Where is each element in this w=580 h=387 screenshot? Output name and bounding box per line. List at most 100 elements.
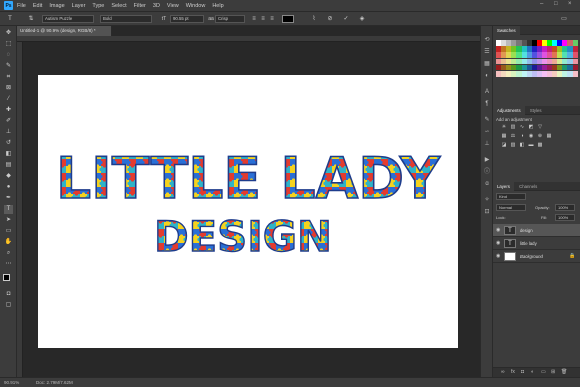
- type-tool-icon[interactable]: T: [6, 15, 14, 23]
- brush-tool-icon[interactable]: ✐: [4, 117, 13, 126]
- hand-tool-icon[interactable]: ✋: [4, 238, 13, 247]
- black-white-icon[interactable]: ◑: [519, 133, 525, 139]
- paragraph-icon[interactable]: ¶: [483, 100, 491, 108]
- invert-icon[interactable]: ◪: [501, 142, 507, 148]
- type-tool-icon[interactable]: T: [4, 205, 13, 214]
- font-size-select[interactable]: 90.55 pt: [170, 15, 204, 23]
- add-mask-icon[interactable]: ◘: [521, 369, 524, 375]
- selective-color-icon[interactable]: ▩: [537, 142, 543, 148]
- menu-3d[interactable]: 3D: [153, 3, 160, 9]
- color-swatch[interactable]: [572, 52, 578, 58]
- cancel-icon[interactable]: ⊘: [326, 15, 334, 23]
- libraries-icon[interactable]: ▦: [483, 60, 491, 68]
- eraser-tool-icon[interactable]: ◧: [4, 150, 13, 159]
- 3d-icon[interactable]: ◈: [358, 15, 366, 23]
- opacity-input[interactable]: 100%: [555, 204, 575, 211]
- posterize-icon[interactable]: ▨: [510, 142, 516, 148]
- threshold-icon[interactable]: ◧: [519, 142, 525, 148]
- menu-image[interactable]: Image: [49, 3, 64, 9]
- tab-adjustments[interactable]: Adjustments: [493, 106, 525, 115]
- fill-input[interactable]: 100%: [555, 214, 575, 221]
- history-brush-tool-icon[interactable]: ↺: [4, 139, 13, 148]
- eyedropper-tool-icon[interactable]: ⁄: [4, 95, 13, 104]
- glyphs-icon[interactable]: ɑ: [483, 180, 491, 188]
- align-left-icon[interactable]: ≡: [250, 15, 258, 23]
- layer-row-design[interactable]: ◉ T design: [493, 224, 580, 237]
- curves-icon[interactable]: ∿: [519, 124, 525, 130]
- exposure-icon[interactable]: ◩: [528, 124, 534, 130]
- maximize-button[interactable]: □: [554, 1, 558, 7]
- zoom-tool-icon[interactable]: ⌕: [4, 249, 13, 258]
- text-orientation-icon[interactable]: ⇅: [27, 15, 35, 23]
- navigator-icon[interactable]: ⊡: [483, 208, 491, 216]
- menu-file[interactable]: File: [17, 3, 26, 9]
- crop-tool-icon[interactable]: ⌗: [4, 73, 13, 82]
- vibrance-icon[interactable]: ▽: [537, 124, 543, 130]
- layer-row-little-lady[interactable]: ◉ T little lady: [493, 237, 580, 250]
- lock-icon[interactable]: 🔒: [569, 250, 575, 263]
- tab-styles[interactable]: Styles: [526, 106, 546, 115]
- doc-size-info[interactable]: Doc: 2.79M/7.62M: [36, 378, 73, 387]
- move-tool-icon[interactable]: ✥: [4, 29, 13, 38]
- anti-alias-select[interactable]: Crisp: [215, 15, 245, 23]
- quick-mask-icon[interactable]: ◘: [4, 290, 13, 299]
- menu-filter[interactable]: Filter: [134, 3, 146, 9]
- color-icon[interactable]: ◐: [483, 72, 491, 80]
- tab-channels[interactable]: Channels: [515, 182, 541, 191]
- character-icon[interactable]: A: [483, 88, 491, 96]
- color-lookup-icon[interactable]: ▦: [546, 133, 552, 139]
- tab-swatches[interactable]: Swatches: [493, 26, 520, 35]
- info-icon[interactable]: ⓘ: [483, 168, 491, 176]
- properties-icon[interactable]: ☰: [483, 48, 491, 56]
- font-family-select[interactable]: Autism Puzzle: [42, 15, 94, 23]
- rectangle-tool-icon[interactable]: ▭: [4, 227, 13, 236]
- paths-icon[interactable]: ✧: [483, 196, 491, 204]
- delete-layer-icon[interactable]: 🗑: [561, 369, 567, 375]
- photo-filter-icon[interactable]: ◉: [528, 133, 534, 139]
- actions-icon[interactable]: ▶: [483, 156, 491, 164]
- zoom-level[interactable]: 90.91%: [4, 378, 19, 387]
- visibility-eye-icon[interactable]: ◉: [496, 224, 500, 237]
- frame-tool-icon[interactable]: ⊠: [4, 84, 13, 93]
- color-swatch[interactable]: [572, 64, 578, 71]
- color-swatch[interactable]: [572, 71, 578, 77]
- new-layer-icon[interactable]: ⊞: [551, 369, 555, 375]
- photoshop-logo-icon[interactable]: Ps: [4, 1, 13, 10]
- gradient-tool-icon[interactable]: ▤: [4, 161, 13, 170]
- minimize-button[interactable]: –: [540, 1, 543, 7]
- menu-edit[interactable]: Edit: [33, 3, 42, 9]
- align-right-icon[interactable]: ≡: [268, 15, 276, 23]
- layer-row-background[interactable]: ◉ Background 🔒: [493, 250, 580, 263]
- menu-type[interactable]: Type: [92, 3, 104, 9]
- foreground-color-swatch[interactable]: [3, 274, 10, 281]
- history-icon[interactable]: ⟲: [483, 36, 491, 44]
- close-button[interactable]: ×: [568, 1, 572, 7]
- font-style-select[interactable]: Bold: [100, 15, 152, 23]
- clone-stamp-tool-icon[interactable]: ⊥: [4, 128, 13, 137]
- document-tab[interactable]: Untitled-1 @ 90.9% (design, RGB/8) *: [17, 26, 112, 36]
- lasso-tool-icon[interactable]: ◌: [4, 51, 13, 60]
- brightness-contrast-icon[interactable]: ☀: [501, 124, 507, 130]
- healing-brush-tool-icon[interactable]: ✚: [4, 106, 13, 115]
- clone-source-icon[interactable]: ⊥: [483, 140, 491, 148]
- blend-mode-select[interactable]: Normal: [496, 204, 526, 211]
- tab-layers[interactable]: Layers: [493, 182, 514, 191]
- levels-icon[interactable]: ▥: [510, 124, 516, 130]
- hue-saturation-icon[interactable]: ▦: [501, 133, 507, 139]
- menu-view[interactable]: View: [167, 3, 179, 9]
- quick-select-tool-icon[interactable]: ✎: [4, 62, 13, 71]
- link-layers-icon[interactable]: ∞: [501, 369, 505, 375]
- menu-layer[interactable]: Layer: [72, 3, 86, 9]
- warp-text-icon[interactable]: ⌇: [310, 15, 318, 23]
- document-canvas[interactable]: LITTLE LADY DESIGN: [38, 75, 458, 348]
- layer-style-icon[interactable]: fx: [511, 369, 515, 375]
- pen-tool-icon[interactable]: ✒: [4, 194, 13, 203]
- new-adjustment-icon[interactable]: ◐: [531, 369, 534, 375]
- align-center-icon[interactable]: ≡: [259, 15, 267, 23]
- menu-select[interactable]: Select: [111, 3, 126, 9]
- workspace-icon[interactable]: ▭: [560, 15, 568, 23]
- menu-help[interactable]: Help: [212, 3, 223, 9]
- more-tools-icon[interactable]: ⋯: [4, 260, 13, 269]
- brush-settings-icon[interactable]: ✎: [483, 116, 491, 124]
- screen-mode-icon[interactable]: ▢: [4, 301, 13, 310]
